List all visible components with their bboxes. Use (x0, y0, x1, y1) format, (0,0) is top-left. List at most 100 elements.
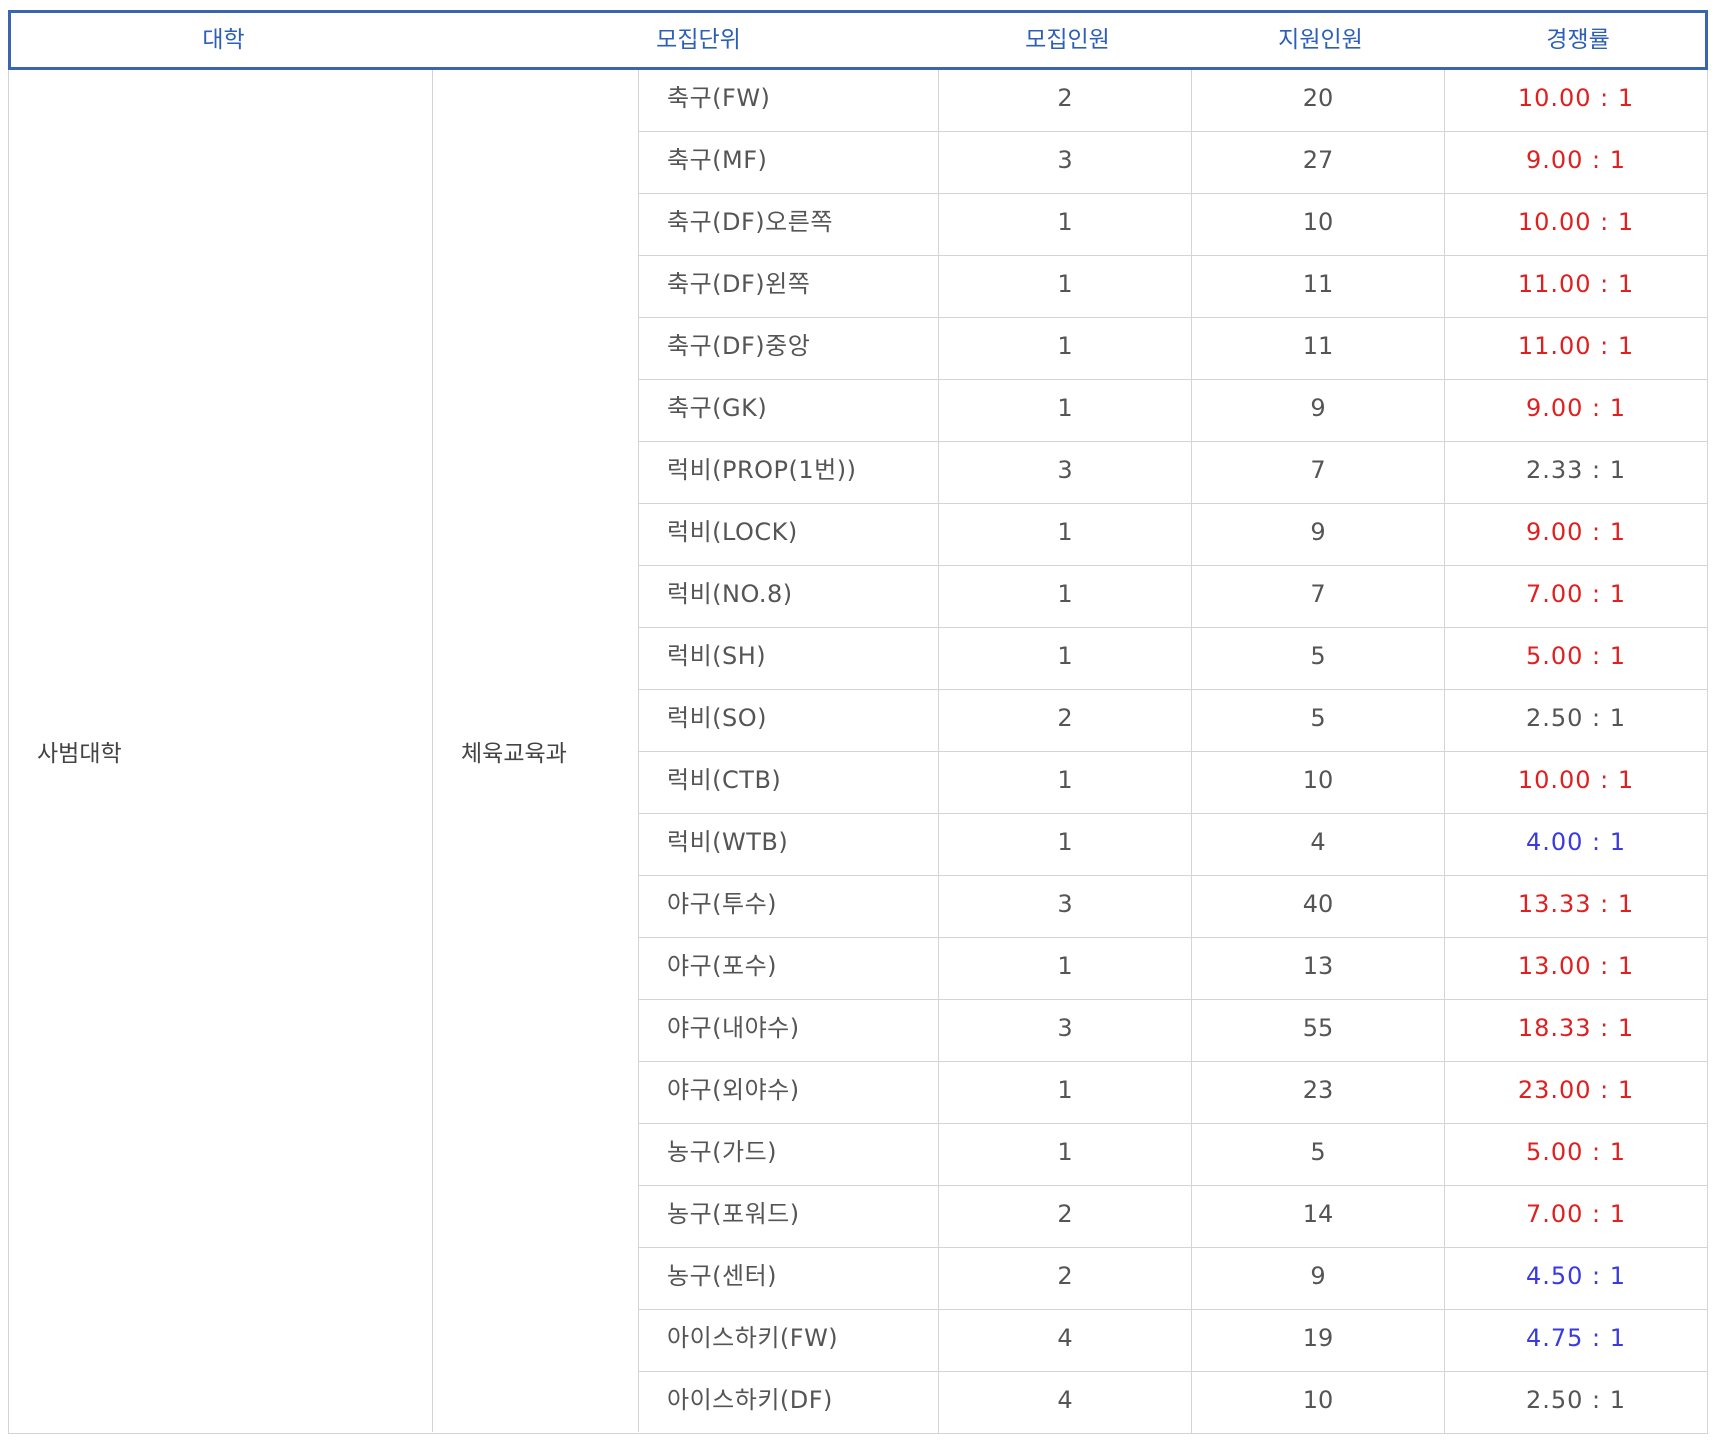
quota-cell: 1 (939, 194, 1192, 255)
table-row: 야구(내야수) 3 55 18.33 : 1 (639, 1000, 1707, 1062)
ratio-cell: 10.00 : 1 (1517, 766, 1635, 794)
ratio-cell: 9.00 : 1 (1525, 394, 1627, 422)
ratio-cell: 18.33 : 1 (1517, 1014, 1635, 1042)
header-applicants: 지원인원 (1278, 27, 1363, 53)
ratio-cell: 4.50 : 1 (1525, 1262, 1627, 1290)
quota-cell: 1 (939, 318, 1192, 379)
quota-cell: 1 (939, 1124, 1192, 1185)
applicants-cell: 13 (1192, 938, 1445, 999)
table-row: 아이스하키(DF) 4 10 2.50 : 1 (639, 1372, 1707, 1434)
unit-cell: 아이스하키(DF) (639, 1372, 939, 1433)
table-row: 럭비(CTB) 1 10 10.00 : 1 (639, 752, 1707, 814)
department-cell: 체육교육과 (433, 70, 639, 1432)
unit-cell: 럭비(CTB) (639, 752, 939, 813)
header-quota: 모집인원 (1025, 27, 1110, 53)
ratio-cell: 13.33 : 1 (1517, 890, 1635, 918)
unit-cell: 농구(센터) (639, 1248, 939, 1309)
quota-cell: 2 (939, 1248, 1192, 1309)
table-row: 축구(GK) 1 9 9.00 : 1 (639, 380, 1707, 442)
table-row: 럭비(WTB) 1 4 4.00 : 1 (639, 814, 1707, 876)
college-cell: 사범대학 (9, 70, 433, 1432)
header-college: 대학 (202, 27, 245, 53)
quota-cell: 3 (939, 876, 1192, 937)
ratio-cell: 11.00 : 1 (1517, 270, 1635, 298)
quota-cell: 2 (939, 1186, 1192, 1247)
quota-cell: 4 (939, 1372, 1192, 1433)
ratio-cell: 5.00 : 1 (1525, 642, 1627, 670)
table-row: 아이스하키(FW) 4 19 4.75 : 1 (639, 1310, 1707, 1372)
ratio-cell: 23.00 : 1 (1517, 1076, 1635, 1104)
applicants-cell: 10 (1192, 752, 1445, 813)
table-row: 축구(DF)왼쪽 1 11 11.00 : 1 (639, 256, 1707, 318)
quota-cell: 3 (939, 1000, 1192, 1061)
unit-cell: 럭비(PROP(1번)) (639, 442, 939, 503)
unit-cell: 야구(외야수) (639, 1062, 939, 1123)
applicants-cell: 7 (1192, 442, 1445, 503)
applicants-cell: 5 (1192, 628, 1445, 689)
unit-cell: 럭비(SH) (639, 628, 939, 689)
quota-cell: 4 (939, 1310, 1192, 1371)
applicants-cell: 9 (1192, 380, 1445, 441)
quota-cell: 2 (939, 70, 1192, 131)
ratio-cell: 9.00 : 1 (1525, 146, 1627, 174)
table-row: 야구(투수) 3 40 13.33 : 1 (639, 876, 1707, 938)
quota-cell: 1 (939, 566, 1192, 627)
applicants-cell: 27 (1192, 132, 1445, 193)
ratio-cell: 2.50 : 1 (1525, 1386, 1627, 1414)
quota-cell: 1 (939, 814, 1192, 875)
quota-cell: 1 (939, 380, 1192, 441)
unit-cell: 축구(MF) (639, 132, 939, 193)
table-row: 야구(외야수) 1 23 23.00 : 1 (639, 1062, 1707, 1124)
unit-cell: 축구(DF)중앙 (639, 318, 939, 379)
table-row: 럭비(LOCK) 1 9 9.00 : 1 (639, 504, 1707, 566)
quota-cell: 1 (939, 752, 1192, 813)
ratio-cell: 2.50 : 1 (1525, 704, 1627, 732)
unit-cell: 럭비(LOCK) (639, 504, 939, 565)
unit-cell: 농구(포워드) (639, 1186, 939, 1247)
table-body: 사범대학 체육교육과 축구(FW) 2 20 10.00 : 1 축구(MF) 3 27 9.… (8, 70, 1708, 1434)
table-header: 대학 모집단위 모집인원 지원인원 경쟁률 (8, 10, 1708, 70)
applicants-cell: 5 (1192, 690, 1445, 751)
quota-cell: 2 (939, 690, 1192, 751)
unit-cell: 축구(FW) (639, 70, 939, 131)
quota-cell: 1 (939, 256, 1192, 317)
applicants-cell: 11 (1192, 256, 1445, 317)
ratio-cell: 11.00 : 1 (1517, 332, 1635, 360)
table-row: 야구(포수) 1 13 13.00 : 1 (639, 938, 1707, 1000)
quota-cell: 1 (939, 628, 1192, 689)
table-row: 축구(MF) 3 27 9.00 : 1 (639, 132, 1707, 194)
table-row: 럭비(SH) 1 5 5.00 : 1 (639, 628, 1707, 690)
applicants-cell: 55 (1192, 1000, 1445, 1061)
applicants-cell: 5 (1192, 1124, 1445, 1185)
applicants-cell: 11 (1192, 318, 1445, 379)
unit-cell: 농구(가드) (639, 1124, 939, 1185)
ratio-cell: 9.00 : 1 (1525, 518, 1627, 546)
unit-cell: 축구(DF)왼쪽 (639, 256, 939, 317)
table-row: 농구(센터) 2 9 4.50 : 1 (639, 1248, 1707, 1310)
quota-cell: 3 (939, 442, 1192, 503)
applicants-cell: 9 (1192, 1248, 1445, 1309)
table-row: 럭비(PROP(1번)) 3 7 2.33 : 1 (639, 442, 1707, 504)
quota-cell: 1 (939, 938, 1192, 999)
applicants-cell: 10 (1192, 1372, 1445, 1433)
applicants-cell: 14 (1192, 1186, 1445, 1247)
table-row: 농구(가드) 1 5 5.00 : 1 (639, 1124, 1707, 1186)
ratio-cell: 5.00 : 1 (1525, 1138, 1627, 1166)
quota-cell: 1 (939, 1062, 1192, 1123)
unit-cell: 야구(내야수) (639, 1000, 939, 1061)
applicants-cell: 19 (1192, 1310, 1445, 1371)
applicants-cell: 10 (1192, 194, 1445, 255)
ratio-cell: 7.00 : 1 (1525, 580, 1627, 608)
unit-cell: 축구(GK) (639, 380, 939, 441)
applicants-cell: 4 (1192, 814, 1445, 875)
table-row: 럭비(NO.8) 1 7 7.00 : 1 (639, 566, 1707, 628)
quota-cell: 1 (939, 504, 1192, 565)
ratio-cell: 7.00 : 1 (1525, 1200, 1627, 1228)
unit-cell: 야구(투수) (639, 876, 939, 937)
ratio-cell: 4.75 : 1 (1525, 1324, 1627, 1352)
quota-cell: 3 (939, 132, 1192, 193)
applicants-cell: 23 (1192, 1062, 1445, 1123)
unit-cell: 아이스하키(FW) (639, 1310, 939, 1371)
ratio-cell: 4.00 : 1 (1525, 828, 1627, 856)
table-row: 럭비(SO) 2 5 2.50 : 1 (639, 690, 1707, 752)
